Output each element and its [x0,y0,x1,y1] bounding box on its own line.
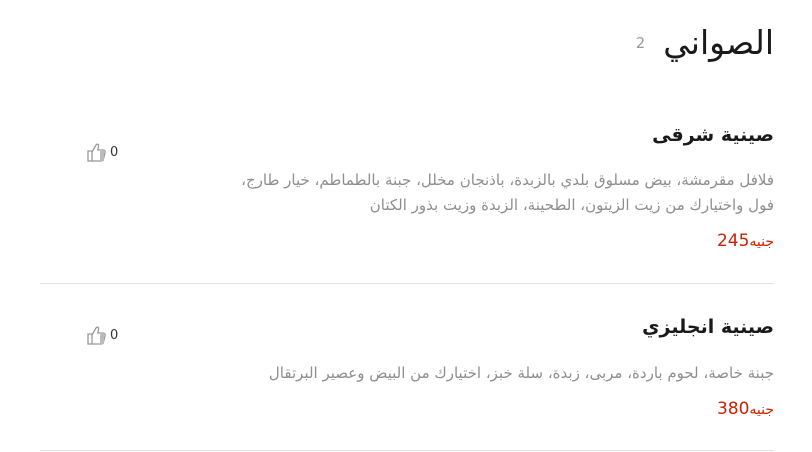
item-description: جبنة خاصة، لحوم باردة، مربى، زبدة، سلة خ… [268,364,774,382]
item-price: جنيه 380 [717,399,774,419]
item-name: صينية انجليزي [642,316,774,338]
price-currency: جنيه [749,234,774,250]
price-value: 245 [716,231,750,251]
like-button[interactable]: 0 [86,325,118,345]
section-title: الصواني [663,23,774,62]
section-item-count: 2 [635,34,646,52]
menu-item-sharqi[interactable]: صينية شرقى فلافل مقرمشة، بيض مسلوق بلدي … [40,110,774,284]
thumbs-up-icon[interactable] [86,325,108,345]
item-price: جنيه 245 [717,231,774,251]
section-header: الصواني 2 [636,26,774,59]
thumbs-up-icon[interactable] [86,142,108,162]
like-count: 0 [110,327,119,343]
price-currency: جنيه [749,402,774,418]
price-value: 380 [716,399,750,419]
like-count: 0 [110,144,119,160]
menu-item-english[interactable]: صينية انجليزي جبنة خاصة، لحوم باردة، مرب… [40,300,774,451]
like-button[interactable]: 0 [86,142,118,162]
item-description: فلافل مقرمشة، بيض مسلوق بلدي بالزبدة، با… [241,171,774,214]
item-name: صينية شرقى [652,124,774,146]
